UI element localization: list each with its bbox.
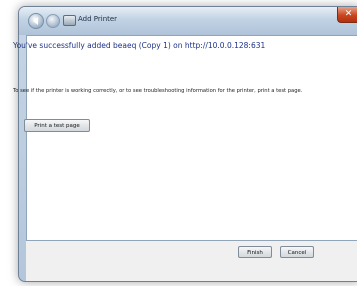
title-bar: Add Printer ✕ <box>19 7 357 35</box>
cancel-button[interactable]: Cancel <box>280 246 314 258</box>
forward-arrow-icon[interactable] <box>46 14 60 28</box>
window-title: Add Printer <box>78 15 118 23</box>
instruction-text: To see if the printer is working correct… <box>13 88 303 94</box>
content-area <box>26 35 357 241</box>
close-button[interactable]: ✕ <box>337 7 357 23</box>
success-heading: You've successfully added beaeq (Copy 1)… <box>13 41 266 50</box>
printer-icon <box>63 15 76 26</box>
print-test-page-button[interactable]: Print a test page <box>24 119 90 132</box>
finish-button[interactable]: Finish <box>238 246 272 258</box>
back-arrow-icon[interactable] <box>28 13 44 29</box>
close-icon: ✕ <box>344 9 353 19</box>
